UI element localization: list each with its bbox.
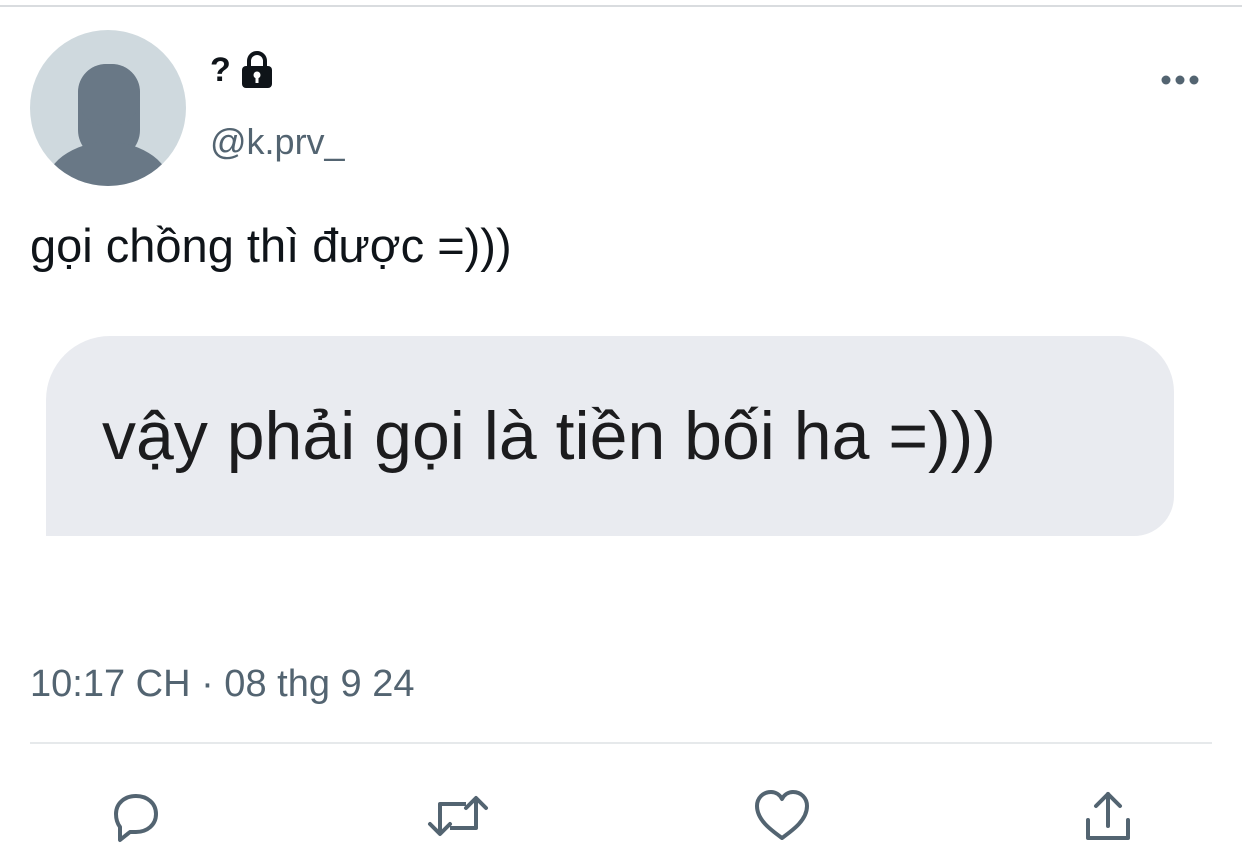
reply-icon — [114, 794, 158, 842]
media-caption-text: vậy phải gọi là tiền bối ha =))) — [102, 398, 996, 474]
reply-button[interactable] — [104, 784, 168, 848]
actions-divider — [30, 742, 1212, 744]
share-button[interactable] — [1076, 784, 1140, 848]
retweet-button[interactable] — [426, 784, 490, 848]
share-icon — [1086, 792, 1130, 840]
tweet-timestamp[interactable]: 10:17 CH · 08 thg 9 24 — [30, 660, 414, 708]
author-handle[interactable]: @k.prv_ — [210, 120, 345, 164]
top-divider — [0, 5, 1242, 7]
lock-icon — [239, 50, 275, 90]
like-button[interactable] — [750, 784, 814, 848]
retweet-icon — [428, 796, 488, 836]
avatar[interactable] — [30, 30, 186, 186]
default-avatar-icon — [44, 64, 172, 186]
tweet-text: gọi chồng thì được =))) — [30, 219, 512, 272]
more-button[interactable] — [1150, 62, 1210, 98]
author-name-row[interactable]: ? — [210, 48, 275, 92]
more-horizontal-icon — [1161, 75, 1199, 85]
heart-icon — [755, 790, 809, 840]
display-name: ? — [210, 51, 231, 89]
tweet-detail-screen: ? @k.prv_ gọi chồng thì được =))) vậy ph… — [0, 0, 1242, 859]
tweet-media-image[interactable]: vậy phải gọi là tiền bối ha =))) — [46, 336, 1174, 536]
